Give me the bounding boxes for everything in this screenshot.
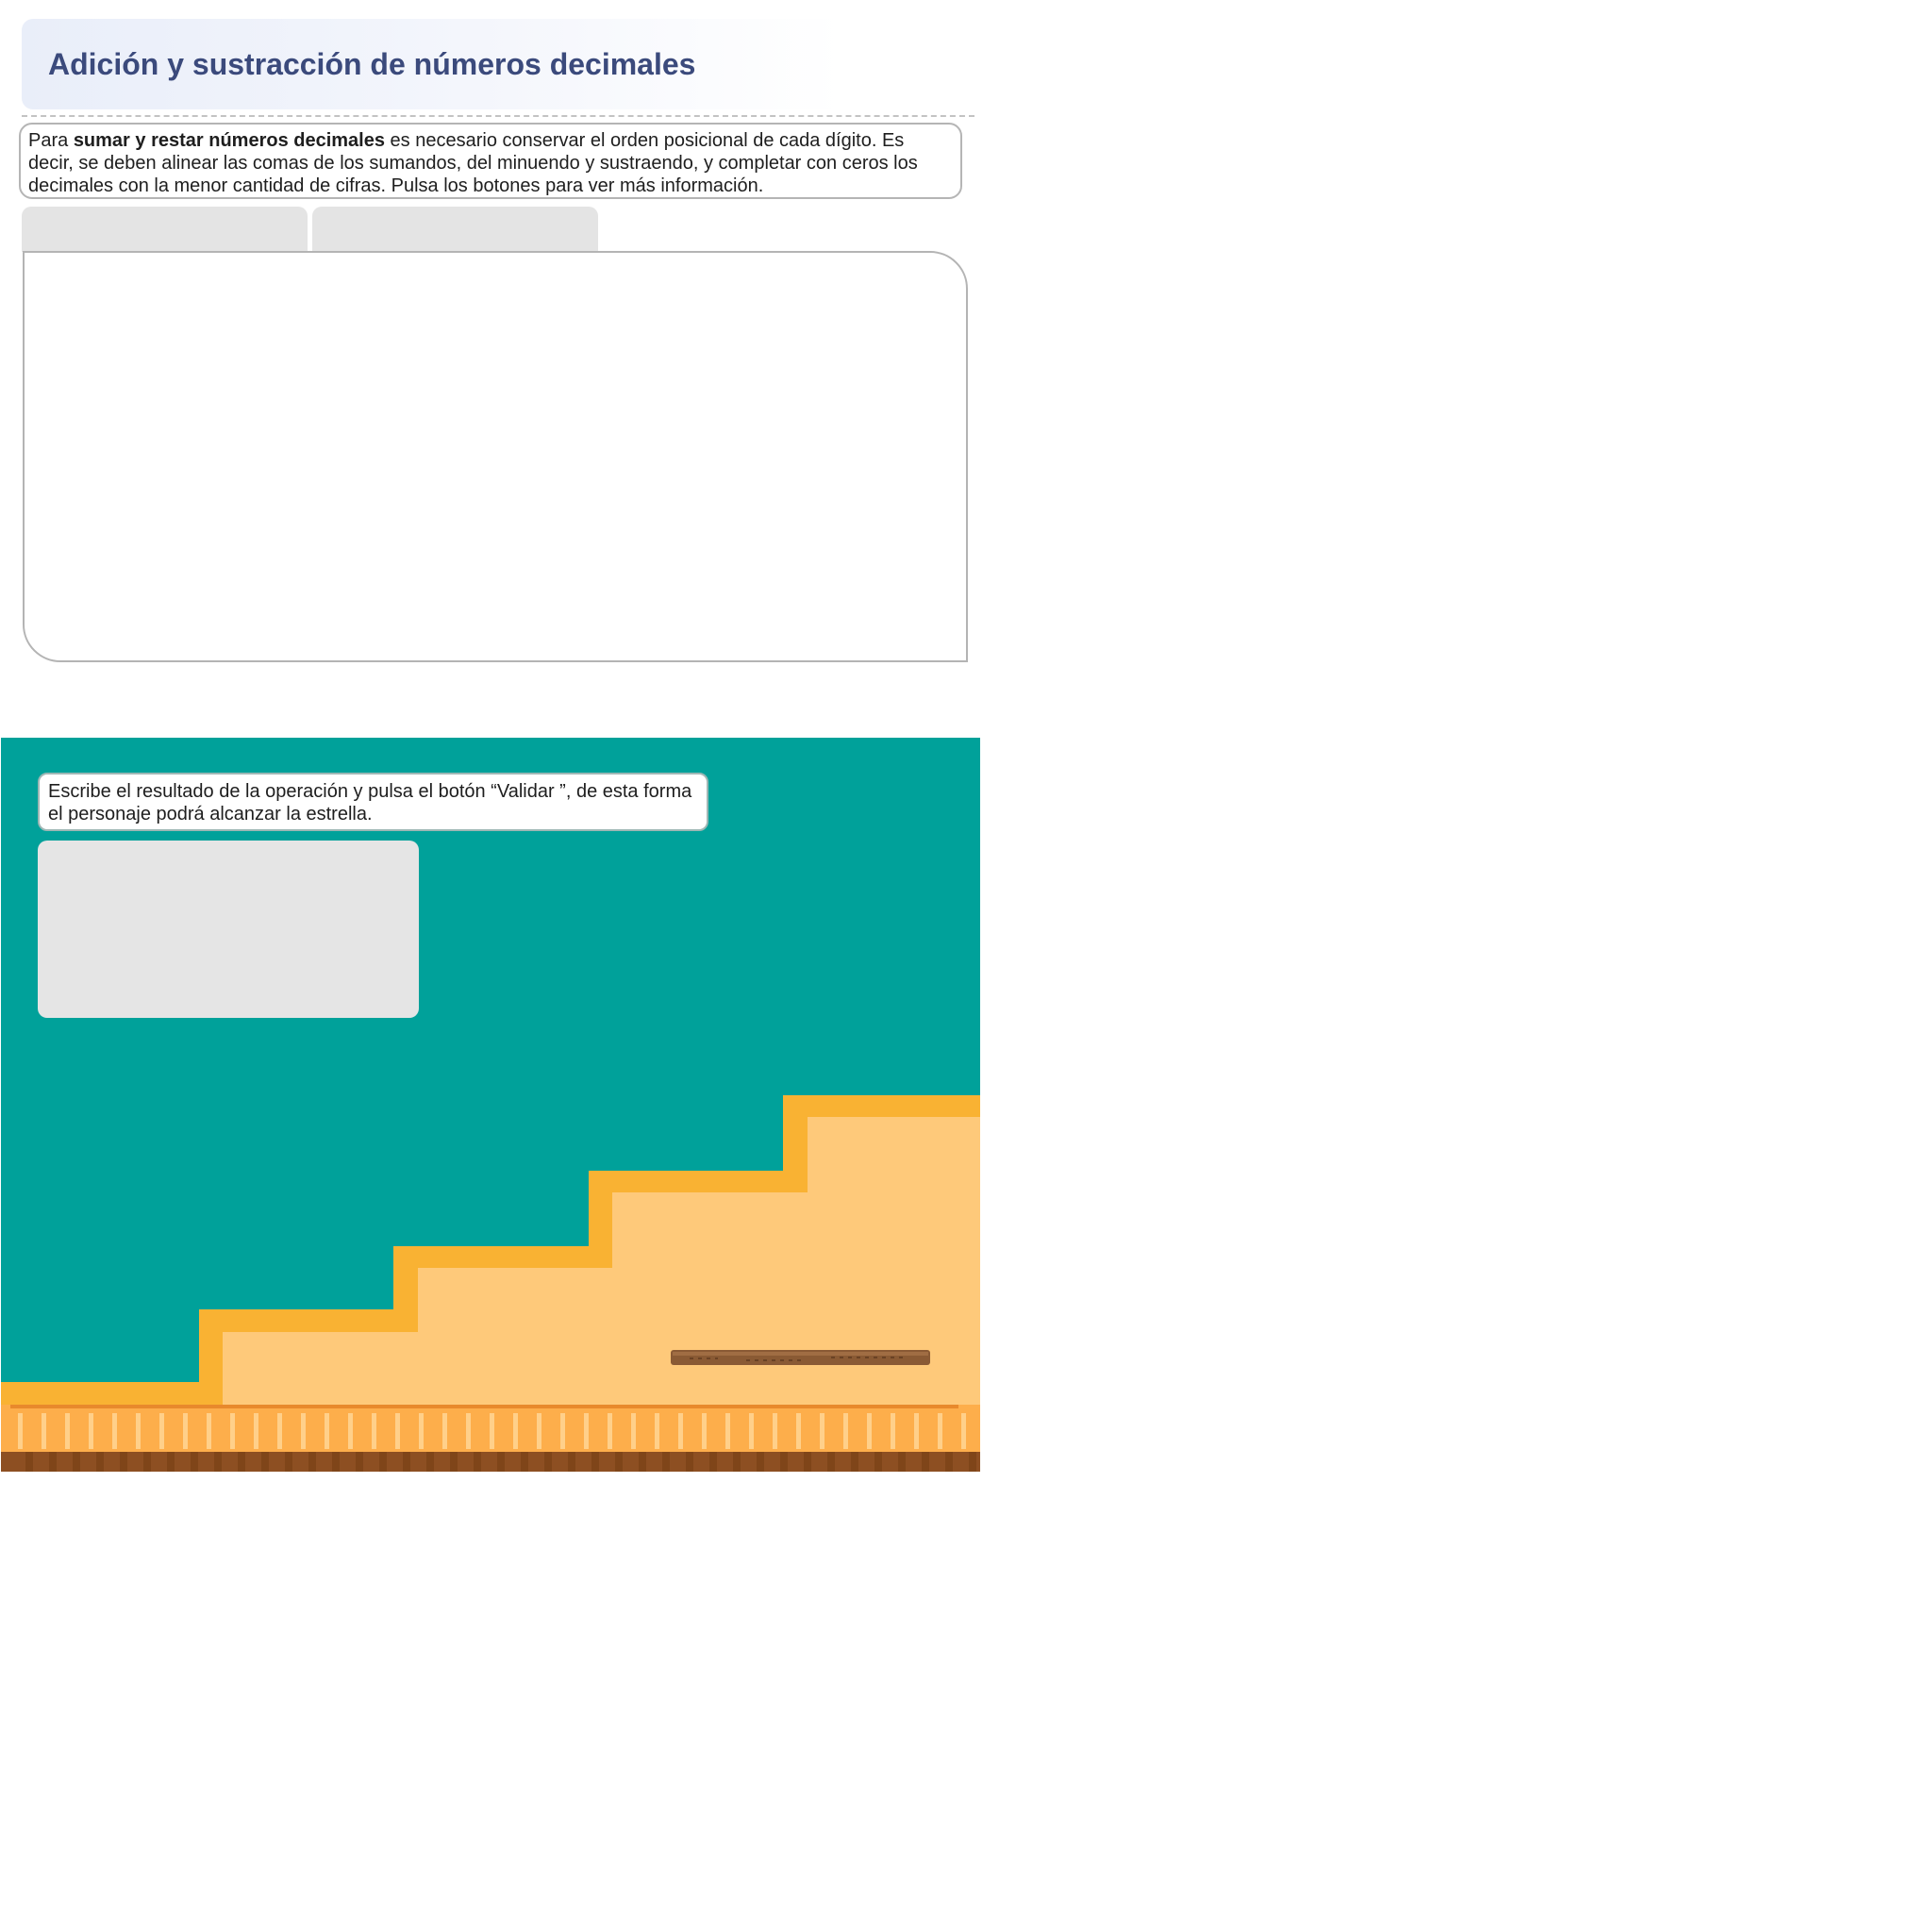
floor-stripe <box>183 1413 188 1449</box>
floor-base-stripe <box>568 1452 575 1472</box>
floor-stripe <box>867 1413 872 1449</box>
info-tab-button-1[interactable] <box>22 207 308 252</box>
floor-stripe <box>490 1413 494 1449</box>
floor-base-stripe <box>238 1452 245 1472</box>
floor-base-stripe <box>709 1452 717 1472</box>
floor-base-stripe <box>379 1452 387 1472</box>
floor-base-stripe <box>780 1452 788 1472</box>
floor-base-stripe <box>73 1452 80 1472</box>
floor-stripe <box>914 1413 919 1449</box>
floor-base-stripe <box>143 1452 151 1472</box>
floor-base-stripe <box>285 1452 292 1472</box>
floor-stripe <box>773 1413 777 1449</box>
floor-stripe <box>891 1413 895 1449</box>
floor-base-stripe <box>403 1452 410 1472</box>
floor-base-stripe <box>898 1452 906 1472</box>
floor-stripe <box>678 1413 683 1449</box>
floor-stripe <box>961 1413 966 1449</box>
floor-base-stripe <box>332 1452 340 1472</box>
floor-stripe <box>207 1413 211 1449</box>
operation-display-box <box>38 841 419 1018</box>
floor-stripe <box>89 1413 93 1449</box>
floor-base-stripe <box>851 1452 858 1472</box>
floor-stripe <box>372 1413 376 1449</box>
floor-stripe <box>18 1413 23 1449</box>
floor-base-stripe <box>49 1452 57 1472</box>
wooden-plank <box>671 1350 930 1365</box>
floor-stripe <box>820 1413 824 1449</box>
intro-text-prefix: Para <box>28 130 74 151</box>
floor-base-stripe <box>426 1452 434 1472</box>
page-title: Adición y sustracción de números decimal… <box>48 47 696 81</box>
floor-base-stripe <box>922 1452 929 1472</box>
floor-stripe <box>277 1413 282 1449</box>
floor-base-stripe <box>120 1452 127 1472</box>
floor-base-stripe <box>969 1452 976 1472</box>
floor-stripe <box>42 1413 46 1449</box>
floor-base-stripe <box>662 1452 670 1472</box>
floor-stripe <box>301 1413 306 1449</box>
floor-base-stripe <box>474 1452 481 1472</box>
floor-base-stripe <box>521 1452 528 1472</box>
floor-base-stripe <box>757 1452 764 1472</box>
floor-stripe <box>112 1413 117 1449</box>
floor-base-stripe <box>615 1452 623 1472</box>
floor-base-stripe <box>544 1452 552 1472</box>
floor-stripe <box>584 1413 589 1449</box>
floor-stripe <box>65 1413 70 1449</box>
floor-base-stripe <box>25 1452 33 1472</box>
floor-stripe <box>159 1413 164 1449</box>
floor-stripe <box>608 1413 612 1449</box>
floor-stripe <box>419 1413 424 1449</box>
floor-base-stripe <box>686 1452 693 1472</box>
floor-stripe <box>631 1413 636 1449</box>
floor-stripe <box>537 1413 541 1449</box>
floor-stripe <box>325 1413 329 1449</box>
floor-stripe <box>560 1413 565 1449</box>
floor-base-stripe <box>827 1452 835 1472</box>
floor-stripe <box>655 1413 659 1449</box>
floor-base-stripe <box>733 1452 741 1472</box>
floor-base-stripe <box>639 1452 646 1472</box>
floor-base-stripe <box>804 1452 811 1472</box>
game-instruction-box: Escribe el resultado de la operación y p… <box>38 773 708 831</box>
floor-base-stripe <box>96 1452 104 1472</box>
intro-text-box: Para sumar y restar números decimales es… <box>19 123 962 199</box>
floor-base-stripe <box>497 1452 505 1472</box>
floor-base-stripe <box>191 1452 198 1472</box>
floor-base-stripe <box>356 1452 363 1472</box>
floor-stripe <box>725 1413 730 1449</box>
floor-stripe <box>702 1413 707 1449</box>
floor-base-stripe <box>214 1452 222 1472</box>
floor-stripe <box>230 1413 235 1449</box>
floor-stripe <box>348 1413 353 1449</box>
game-area: Escribe el resultado de la operación y p… <box>1 738 980 1472</box>
floor-stripe <box>442 1413 447 1449</box>
intro-text-bold: sumar y restar números decimales <box>73 130 385 151</box>
floor-base-stripe <box>308 1452 316 1472</box>
floor-base-stripe <box>874 1452 882 1472</box>
floor-base-stripe <box>261 1452 269 1472</box>
floor-stripe <box>395 1413 400 1449</box>
floor-base-stripe <box>167 1452 175 1472</box>
info-content-panel <box>23 251 968 662</box>
floor-stripes <box>18 1413 966 1449</box>
floor-base-stripe <box>450 1452 458 1472</box>
floor-stripe <box>749 1413 754 1449</box>
info-tab-button-2[interactable] <box>312 207 598 252</box>
floor-stripe <box>513 1413 518 1449</box>
floor-base-stripes <box>25 1452 976 1472</box>
floor-stripe <box>843 1413 848 1449</box>
floor-stripe <box>254 1413 258 1449</box>
floor-stripe <box>136 1413 141 1449</box>
title-divider <box>22 115 974 117</box>
floor-base-stripe <box>945 1452 953 1472</box>
floor-stripe <box>466 1413 471 1449</box>
floor-stripe <box>796 1413 801 1449</box>
floor-stripe <box>938 1413 942 1449</box>
floor-base-stripe <box>591 1452 599 1472</box>
